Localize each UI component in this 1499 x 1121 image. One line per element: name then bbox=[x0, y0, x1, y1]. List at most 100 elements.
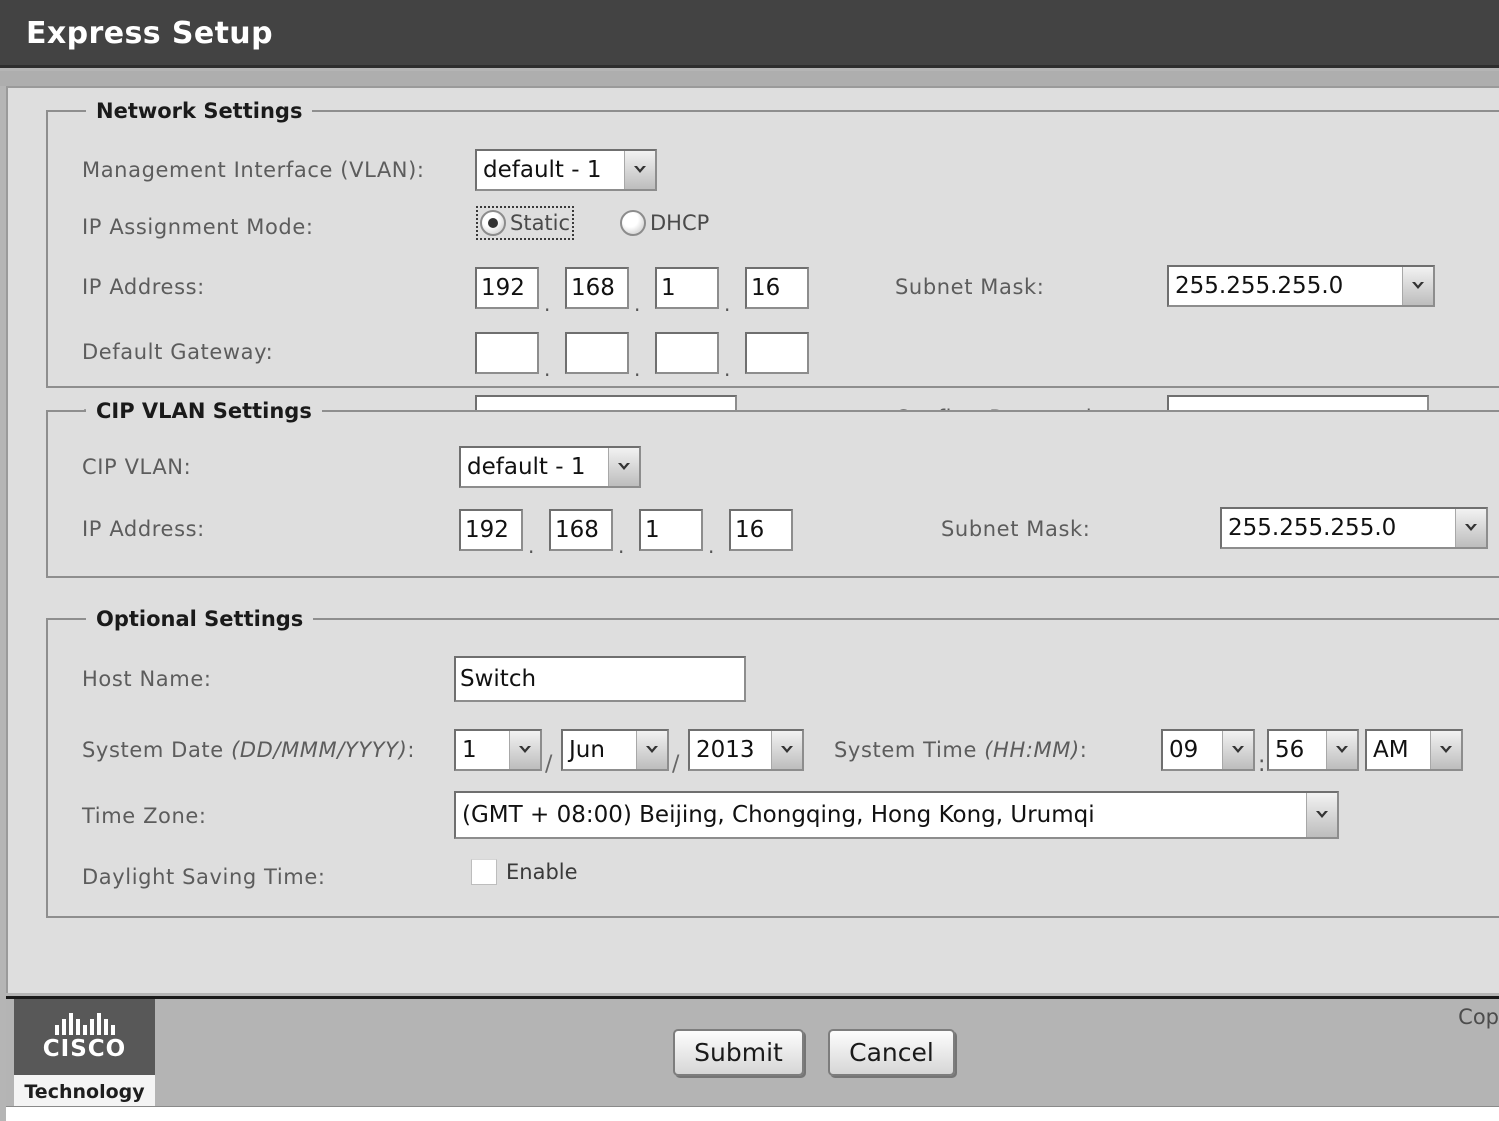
cip-vlan-value: default - 1 bbox=[467, 454, 586, 480]
ip-address-row: IP Address: 192 . 168 . 1 . 16 Subnet Ma… bbox=[48, 265, 1499, 314]
cip-vlan-row: CIP VLAN: default - 1 bbox=[48, 446, 1499, 488]
copyright-text: Cop bbox=[1458, 1005, 1499, 1029]
ip-assignment-mode-label: IP Assignment Mode: bbox=[82, 215, 314, 239]
cip-vlan-select[interactable]: default - 1 bbox=[459, 446, 641, 488]
cip-subnet-mask-label: Subnet Mask: bbox=[941, 517, 1091, 541]
system-date-year-select[interactable]: 2013 bbox=[688, 729, 804, 771]
management-interface-value: default - 1 bbox=[483, 157, 602, 183]
cip-vlan-settings-fieldset: CIP VLAN Settings CIP VLAN: default - 1 … bbox=[46, 399, 1499, 578]
gateway-octet-separator: . bbox=[634, 357, 641, 381]
radio-static-indicator bbox=[480, 210, 506, 236]
time-zone-label: Time Zone: bbox=[82, 804, 207, 828]
cip-subnet-mask-select[interactable]: 255.255.255.0 bbox=[1220, 507, 1488, 549]
host-name-input[interactable]: Switch bbox=[454, 656, 746, 702]
subnet-mask-select[interactable]: 255.255.255.0 bbox=[1167, 265, 1435, 307]
cip-vlan-label: CIP VLAN: bbox=[82, 455, 192, 479]
system-date-label-format: (DD/MMM/YYYY) bbox=[231, 738, 408, 762]
chevron-down-icon[interactable] bbox=[1306, 793, 1337, 837]
title-bar: Express Setup bbox=[0, 0, 1499, 68]
cip-ip-octet-2[interactable]: 168 bbox=[549, 509, 613, 551]
time-zone-row: Time Zone: (GMT + 08:00) Beijing, Chongq… bbox=[48, 791, 1499, 839]
system-date-year-value: 2013 bbox=[696, 737, 755, 763]
management-interface-select[interactable]: default - 1 bbox=[475, 149, 657, 191]
settings-panel: Network Settings Management Interface (V… bbox=[6, 86, 1499, 993]
default-gateway-label: Default Gateway: bbox=[82, 340, 274, 364]
date-separator: / bbox=[672, 752, 680, 777]
daylight-saving-time-label: Daylight Saving Time: bbox=[82, 865, 326, 889]
cip-ip-octet-separator: . bbox=[528, 534, 535, 558]
system-date-day-select[interactable]: 1 bbox=[454, 729, 542, 771]
default-gateway-octet-4[interactable] bbox=[745, 332, 809, 374]
page-title: Express Setup bbox=[26, 16, 273, 51]
system-time-hour-select[interactable]: 09 bbox=[1161, 729, 1255, 771]
chevron-down-icon[interactable] bbox=[1455, 509, 1486, 547]
ip-octet-separator: . bbox=[634, 292, 641, 316]
system-time-meridiem-select[interactable]: AM bbox=[1365, 729, 1463, 771]
time-separator: : bbox=[1258, 752, 1266, 777]
gateway-octet-separator: . bbox=[544, 357, 551, 381]
system-time-hour-value: 09 bbox=[1169, 737, 1199, 763]
chevron-down-icon[interactable] bbox=[636, 731, 667, 769]
cip-vlan-settings-legend: CIP VLAN Settings bbox=[86, 399, 322, 423]
cip-ip-address-row: IP Address: 192 . 168 . 1 . 16 Subnet Ma… bbox=[48, 507, 1499, 556]
system-date-label-colon: : bbox=[407, 738, 416, 762]
gateway-octet-separator: . bbox=[724, 357, 731, 381]
daylight-saving-time-row: Daylight Saving Time: Enable bbox=[48, 857, 1499, 897]
default-gateway-octet-2[interactable] bbox=[565, 332, 629, 374]
radio-dhcp[interactable]: DHCP bbox=[620, 210, 709, 236]
time-zone-value: (GMT + 08:00) Beijing, Chongqing, Hong K… bbox=[462, 802, 1095, 828]
ip-address-octet-2[interactable]: 168 bbox=[565, 267, 629, 309]
default-gateway-row: Default Gateway: . . . bbox=[48, 332, 1499, 379]
system-date-label: System Date (DD/MMM/YYYY): bbox=[82, 738, 415, 762]
cisco-wordmark: CISCO bbox=[42, 1036, 127, 1062]
system-time-minute-select[interactable]: 56 bbox=[1267, 729, 1359, 771]
cancel-button[interactable]: Cancel bbox=[828, 1029, 955, 1076]
radio-dhcp-label: DHCP bbox=[650, 211, 710, 235]
cip-ip-octet-separator: . bbox=[618, 534, 625, 558]
cisco-bridge-icon bbox=[54, 1013, 115, 1035]
checkbox-label: Enable bbox=[506, 860, 578, 884]
radio-static[interactable]: Static bbox=[475, 206, 575, 240]
footer-bar: CISCO Technology Submit Cancel Cop bbox=[6, 996, 1499, 1109]
chevron-down-icon[interactable] bbox=[1222, 731, 1253, 769]
cisco-tagline: Technology bbox=[24, 1081, 145, 1103]
optional-settings-fieldset: Optional Settings Host Name: Switch Syst… bbox=[46, 607, 1499, 918]
chevron-down-icon[interactable] bbox=[509, 731, 540, 769]
radio-dhcp-indicator bbox=[620, 210, 646, 236]
chevron-down-icon[interactable] bbox=[624, 151, 655, 189]
chevron-down-icon[interactable] bbox=[1402, 267, 1433, 305]
footer-bottom-edge bbox=[6, 1106, 1499, 1121]
chevron-down-icon[interactable] bbox=[771, 731, 802, 769]
chevron-down-icon[interactable] bbox=[1430, 731, 1461, 769]
daylight-saving-enable-checkbox[interactable]: Enable bbox=[471, 859, 578, 885]
ip-address-octet-4[interactable]: 16 bbox=[745, 267, 809, 309]
date-separator: / bbox=[545, 752, 553, 777]
cip-ip-octet-4[interactable]: 16 bbox=[729, 509, 793, 551]
chevron-down-icon[interactable] bbox=[1326, 731, 1357, 769]
host-name-label: Host Name: bbox=[82, 667, 212, 691]
submit-button[interactable]: Submit bbox=[673, 1029, 804, 1076]
default-gateway-octet-1[interactable] bbox=[475, 332, 539, 374]
checkbox-indicator bbox=[471, 859, 497, 885]
radio-static-label: Static bbox=[510, 211, 571, 235]
optional-settings-legend: Optional Settings bbox=[86, 607, 314, 631]
network-settings-legend: Network Settings bbox=[86, 99, 313, 123]
ip-address-octet-1[interactable]: 192 bbox=[475, 267, 539, 309]
chevron-down-icon[interactable] bbox=[608, 448, 639, 486]
cip-ip-octet-1[interactable]: 192 bbox=[459, 509, 523, 551]
host-name-row: Host Name: Switch bbox=[48, 656, 1499, 702]
system-time-label-colon: : bbox=[1079, 738, 1088, 762]
cip-ip-address-label: IP Address: bbox=[82, 517, 205, 541]
express-setup-page: Express Setup Network Settings Managemen… bbox=[0, 0, 1499, 1121]
cip-ip-octet-3[interactable]: 1 bbox=[639, 509, 703, 551]
system-date-month-select[interactable]: Jun bbox=[561, 729, 669, 771]
system-time-meridiem-value: AM bbox=[1373, 737, 1409, 763]
ip-address-octet-3[interactable]: 1 bbox=[655, 267, 719, 309]
cisco-tagline-box: Technology bbox=[14, 1075, 155, 1109]
time-zone-select[interactable]: (GMT + 08:00) Beijing, Chongqing, Hong K… bbox=[454, 791, 1339, 839]
cisco-logo: CISCO Technology bbox=[14, 999, 155, 1109]
system-time-label-format: (HH:MM) bbox=[984, 738, 1080, 762]
network-settings-fieldset: Network Settings Management Interface (V… bbox=[46, 99, 1499, 441]
default-gateway-octet-3[interactable] bbox=[655, 332, 719, 374]
management-interface-row: Management Interface (VLAN): default - 1 bbox=[48, 149, 1499, 191]
